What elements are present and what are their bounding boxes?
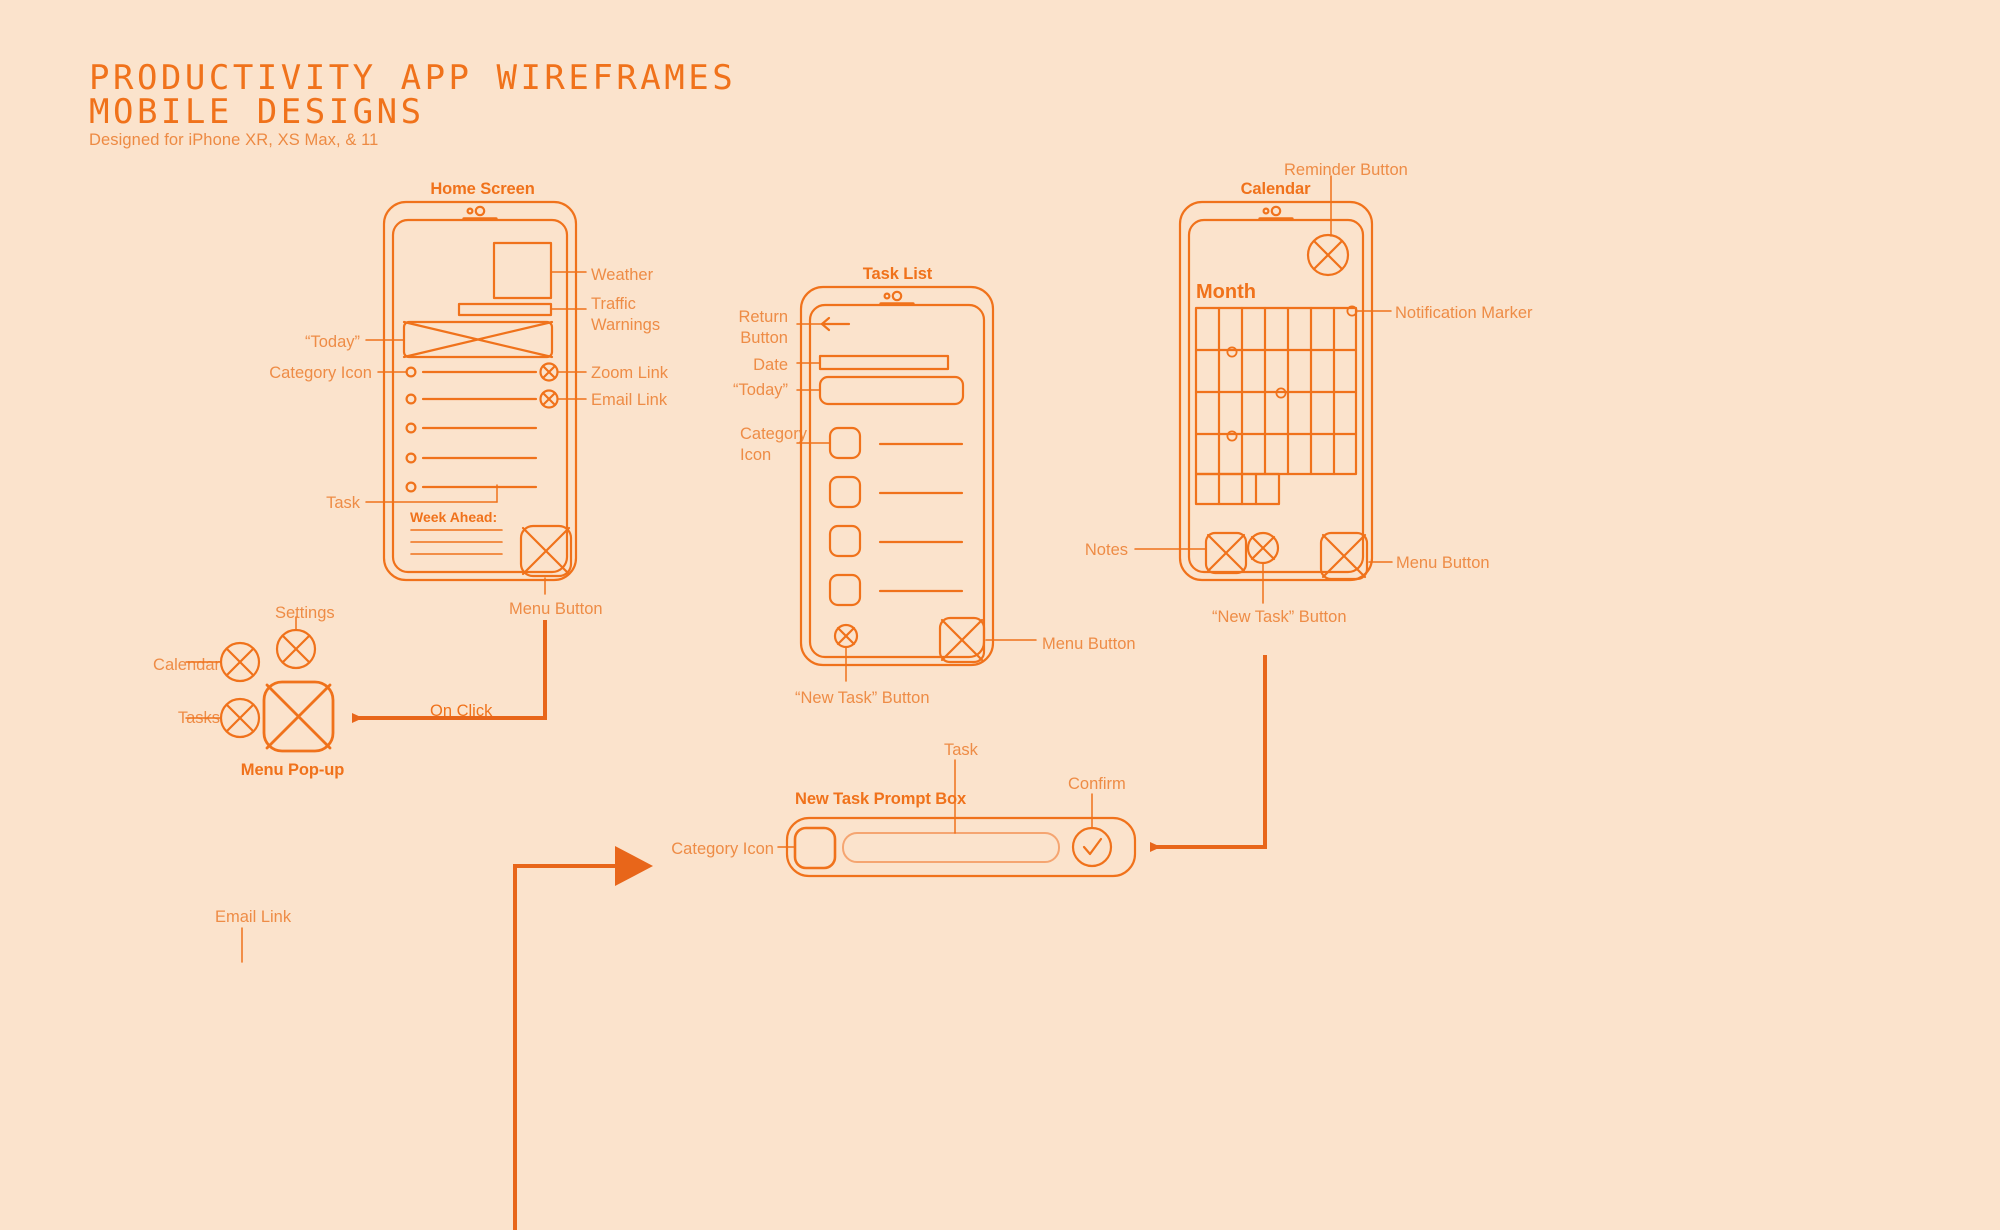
home-zoom-link-icon[interactable]: [539, 362, 559, 382]
tasklist-row[interactable]: [828, 426, 964, 460]
prompt-box-frame: [785, 816, 1137, 878]
tasklist-category-icon-1[interactable]: [828, 426, 862, 460]
phone-tasklist-sensor-dot: [883, 292, 891, 300]
calendar-reminder-button[interactable]: [1306, 233, 1350, 277]
tasklist-category-icon-3[interactable]: [828, 524, 862, 558]
home-category-icon-5[interactable]: [405, 481, 417, 493]
calendar-notification-marker-2[interactable]: [1226, 346, 1238, 358]
phone-task-list: [799, 285, 995, 667]
phone-home-sensor-dot: [466, 207, 474, 215]
flow-arrow-home-to-menu: [352, 620, 547, 723]
calendar-leader-lines: [1134, 175, 1393, 604]
home-menu-button[interactable]: [519, 524, 573, 578]
tasklist-category-icon-2[interactable]: [828, 475, 862, 509]
home-category-icon-4[interactable]: [405, 452, 417, 464]
home-task-row[interactable]: [405, 389, 559, 409]
phone-home-screen: [382, 200, 578, 582]
menu-popup-leader-lines: [185, 616, 297, 719]
new-task-prompt-box: [785, 816, 1137, 878]
home-category-icon-3[interactable]: [405, 422, 417, 434]
phone-tasklist-camera-icon: [891, 290, 903, 302]
prompt-task-input[interactable]: [842, 832, 1060, 863]
home-traffic-warning-bar[interactable]: [457, 302, 553, 317]
calendar-notes-button[interactable]: [1204, 531, 1248, 575]
home-email-link-icon[interactable]: [539, 389, 559, 409]
wireframe-canvas: PRODUCTIVITY APP WIREFRAMES MOBILE DESIG…: [0, 0, 2000, 1230]
home-task-row[interactable]: [405, 422, 538, 434]
phone-calendar-camera-icon: [1270, 205, 1282, 217]
wireframe-vectors: [185, 175, 1393, 1230]
phone-home-camera-icon: [474, 205, 486, 217]
phone-calendar: [1178, 200, 1374, 582]
phone-tasklist-outer-frame: [799, 285, 995, 667]
menu-popup-settings-icon[interactable]: [275, 628, 317, 670]
tasklist-today-bar[interactable]: [818, 375, 965, 406]
tasklist-row[interactable]: [828, 524, 964, 558]
home-task-row[interactable]: [405, 481, 538, 493]
tasklist-row[interactable]: [828, 573, 964, 607]
home-category-icon-2[interactable]: [405, 393, 417, 405]
home-weather-widget[interactable]: [492, 241, 553, 300]
calendar-notification-marker-4[interactable]: [1226, 430, 1238, 442]
flow-arrow-bottom-to-prompt: [513, 846, 653, 1230]
flow-arrow-calendar-to-prompt: [1150, 655, 1267, 852]
tasklist-category-icon-4[interactable]: [828, 573, 862, 607]
menu-popup-main-button[interactable]: [262, 680, 335, 753]
tasklist-new-task-button[interactable]: [833, 623, 859, 649]
menu-popup-calendar-icon[interactable]: [219, 641, 261, 683]
tasklist-date-bar: [818, 354, 950, 371]
prompt-category-icon[interactable]: [793, 826, 837, 870]
home-task-row[interactable]: [405, 362, 559, 382]
home-task-row[interactable]: [405, 452, 538, 464]
prompt-confirm-button[interactable]: [1071, 826, 1113, 868]
menu-popup-tasks-icon[interactable]: [219, 697, 261, 739]
tasklist-row[interactable]: [828, 475, 964, 509]
menu-popup-group: [219, 628, 335, 753]
calendar-new-task-button[interactable]: [1246, 531, 1280, 565]
calendar-grid[interactable]: [1194, 306, 1358, 506]
home-leader-lines: [365, 271, 587, 595]
home-category-icon-1[interactable]: [405, 366, 417, 378]
tasklist-menu-button[interactable]: [938, 616, 986, 664]
flow-arrows: [352, 620, 1267, 1230]
phone-calendar-sensor-dot: [1262, 207, 1270, 215]
home-today-panel[interactable]: [402, 320, 554, 359]
